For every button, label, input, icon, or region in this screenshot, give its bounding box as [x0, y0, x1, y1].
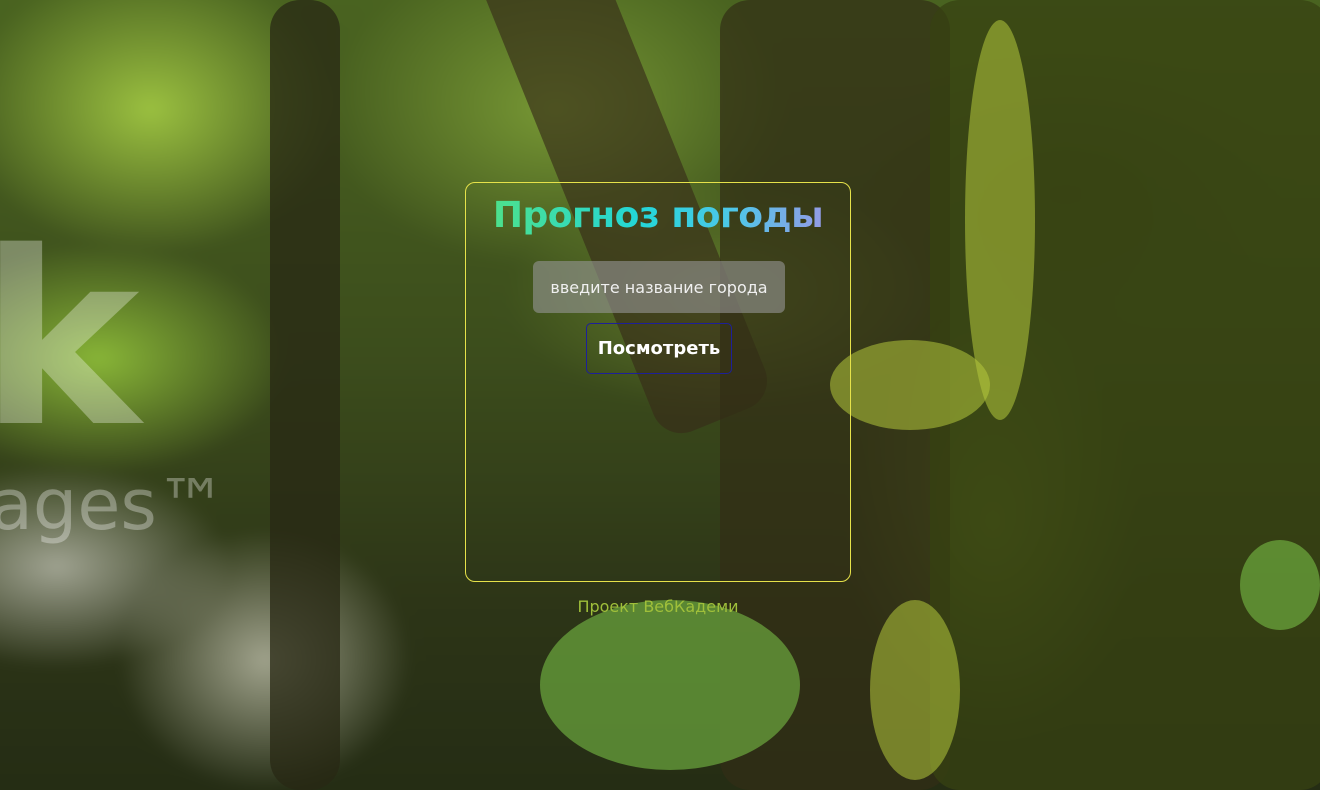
view-forecast-button[interactable]: Посмотреть [586, 323, 732, 374]
page-title: Прогноз погоды [466, 195, 850, 236]
background-foliage [540, 600, 800, 770]
background-moss [870, 600, 960, 780]
background-tree-trunk [270, 0, 340, 790]
background-moss [830, 340, 990, 430]
background-foliage [1240, 540, 1320, 630]
weather-card: Прогноз погоды Посмотреть [465, 182, 851, 582]
project-credit-link[interactable]: Проект ВебКадеми [465, 597, 851, 616]
background-watermark-logo: k [0, 200, 140, 480]
background-watermark-text: ages™ [0, 464, 227, 546]
city-search-input[interactable] [533, 261, 785, 313]
